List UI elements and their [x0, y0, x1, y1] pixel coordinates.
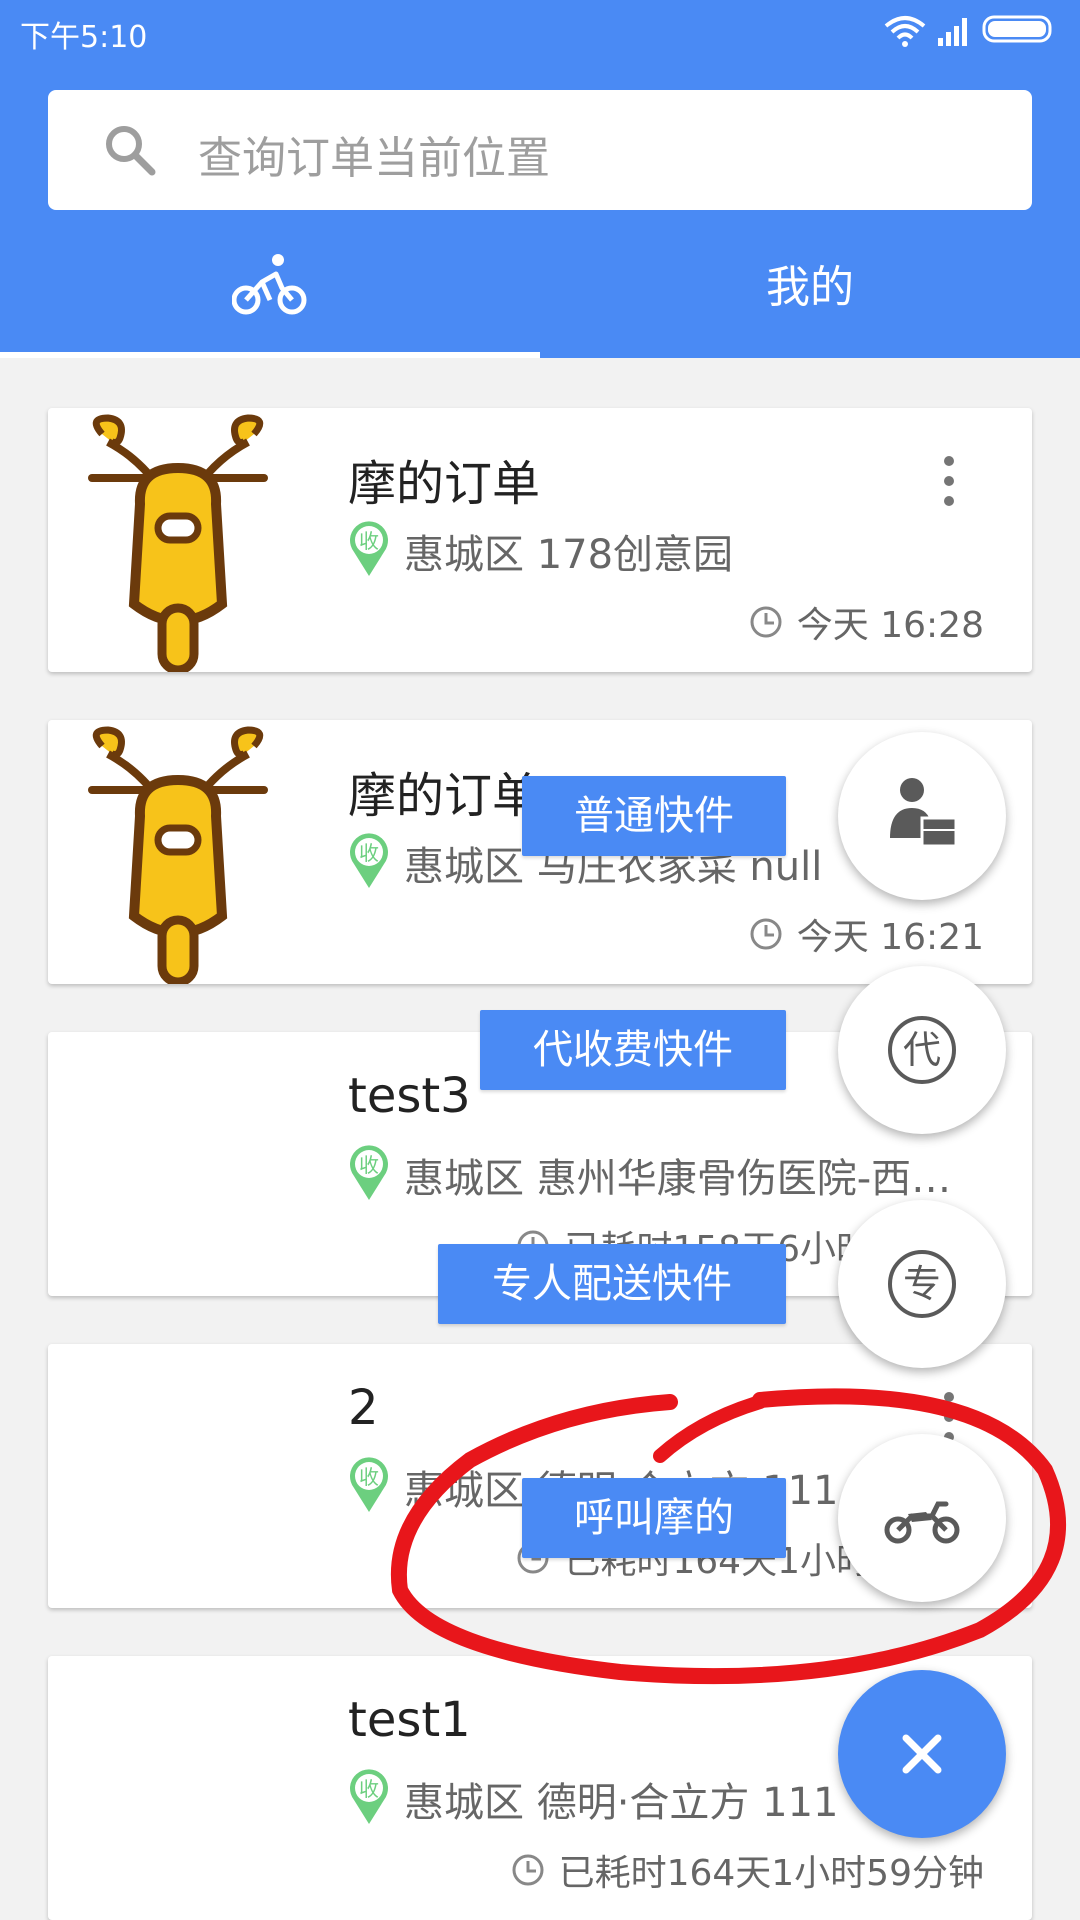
order-title: 摩的订单 — [348, 768, 541, 824]
order-title: 2 — [348, 1380, 379, 1436]
search-placeholder: 查询订单当前位置 — [198, 133, 550, 184]
fab-call-motorbike-button[interactable] — [838, 1434, 1006, 1602]
courier-package-icon — [890, 778, 958, 848]
fab-label-collect-fee[interactable]: 代收费快件 — [480, 1010, 786, 1090]
status-bar: 下午5:10 — [0, 0, 1080, 62]
tab-bike[interactable] — [0, 240, 540, 352]
battery-icon — [982, 14, 1056, 52]
collect-fee-icon: 代 — [888, 1016, 956, 1084]
clock-icon — [749, 917, 783, 951]
tab-mine[interactable]: 我的 — [540, 240, 1080, 352]
close-icon — [902, 1734, 942, 1774]
receive-pin-icon: 收 — [348, 1766, 390, 1826]
signal-icon — [936, 14, 972, 56]
scooter-icon — [78, 720, 278, 987]
order-time: 已耗时164天1小时59分钟 — [511, 1844, 984, 1896]
receive-pin-icon: 收 — [348, 1142, 390, 1202]
search-input[interactable]: 查询订单当前位置 — [48, 90, 1032, 210]
svg-text:收: 收 — [359, 529, 379, 553]
svg-text:收: 收 — [359, 1465, 379, 1489]
svg-text:专: 专 — [903, 1262, 941, 1306]
wifi-icon — [884, 14, 926, 56]
receive-pin-icon: 收 — [348, 518, 390, 578]
more-options-icon[interactable] — [942, 456, 956, 516]
app-header: 下午5:10 查询订单当前位置 我的 — [0, 0, 1080, 358]
receive-pin-icon: 收 — [348, 1454, 390, 1514]
svg-text:收: 收 — [359, 1153, 379, 1177]
order-time: 今天 16:21 — [749, 908, 984, 960]
fab-dedicated-delivery-button[interactable]: 专 — [838, 1200, 1006, 1368]
fab-normal-courier-button[interactable] — [838, 732, 1006, 900]
order-address: 收 惠城区 惠州华康骨伤医院-西… — [348, 1142, 988, 1202]
bicycle-icon — [231, 252, 308, 322]
order-title: test3 — [348, 1068, 471, 1124]
svg-text:收: 收 — [359, 1777, 379, 1801]
fab-close-button[interactable] — [838, 1670, 1006, 1838]
svg-text:收: 收 — [359, 841, 379, 865]
svg-text:代: 代 — [903, 1028, 941, 1072]
order-card[interactable]: 摩的订单 收 惠城区 178创意园 今天 16:28 — [48, 408, 1032, 675]
motorcycle-icon — [884, 1501, 960, 1544]
order-title: 摩的订单 — [348, 456, 541, 512]
address-text: 惠城区 惠州华康骨伤医院-西… — [404, 1156, 952, 1202]
order-time: 今天 16:28 — [749, 596, 984, 648]
status-time: 下午5:10 — [20, 20, 148, 55]
order-address: 收 惠城区 178创意园 — [348, 518, 988, 578]
search-icon — [100, 120, 160, 184]
scooter-icon — [78, 408, 278, 675]
fab-label-dedicated-delivery[interactable]: 专人配送快件 — [438, 1244, 786, 1324]
dedicated-delivery-icon: 专 — [888, 1250, 956, 1318]
status-icons — [884, 14, 1064, 48]
time-text: 今天 16:28 — [796, 605, 984, 646]
time-text: 已耗时164天1小时59分钟 — [558, 1853, 984, 1894]
time-text: 今天 16:21 — [796, 917, 984, 958]
fab-label-normal-courier[interactable]: 普通快件 — [522, 776, 786, 856]
fab-collect-fee-button[interactable]: 代 — [838, 966, 1006, 1134]
address-text: 惠城区 178创意园 — [404, 532, 734, 578]
receive-pin-icon: 收 — [348, 830, 390, 890]
clock-icon — [749, 605, 783, 639]
order-title: test1 — [348, 1692, 471, 1748]
fab-label-call-motorbike[interactable]: 呼叫摩的 — [522, 1478, 786, 1558]
clock-icon — [511, 1853, 545, 1887]
